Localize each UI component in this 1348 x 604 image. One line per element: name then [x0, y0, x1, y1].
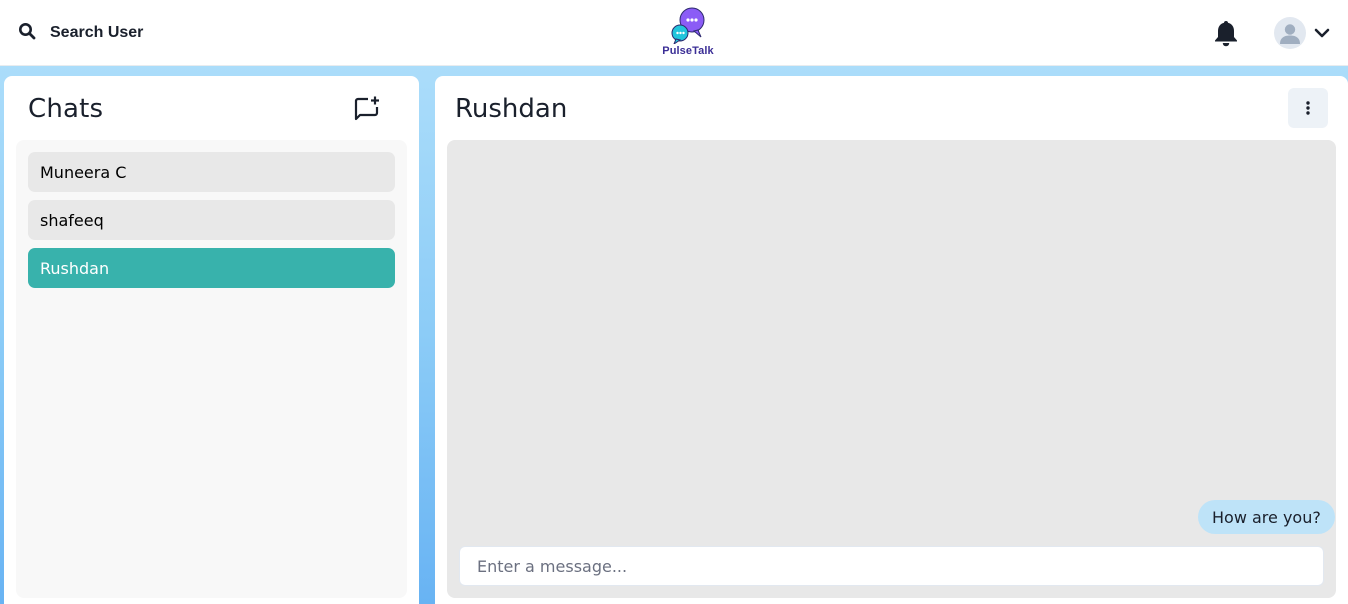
chat-list-item-rushdan[interactable]: Rushdan: [28, 248, 395, 288]
conversation-panel: Rushdan How are you?: [435, 76, 1348, 604]
vertical-dots-icon: [1306, 101, 1310, 115]
new-group-chat-button[interactable]: [350, 92, 384, 126]
bell-icon: [1215, 21, 1237, 47]
chat-options-button[interactable]: [1288, 88, 1328, 128]
new-chat-icon: [354, 96, 379, 121]
message-bubble-self: How are you?: [1198, 500, 1335, 534]
notifications-button[interactable]: [1212, 18, 1240, 48]
pulsetalk-logo: PulseTalk: [656, 6, 720, 62]
chat-list: Muneera C shafeeq Rushdan: [16, 140, 407, 598]
search-user-label: Search User: [50, 24, 144, 41]
chats-title: Chats: [28, 94, 104, 124]
profile-menu-button[interactable]: [1274, 14, 1340, 52]
chat-list-item-muneera[interactable]: Muneera C: [28, 152, 395, 192]
chevron-down-icon: [1314, 28, 1330, 38]
logo-text: PulseTalk: [662, 45, 714, 57]
chat-recipient-name: Rushdan: [455, 94, 568, 124]
search-user-button[interactable]: Search User: [10, 14, 150, 52]
top-navbar: Search User PulseTalk: [0, 0, 1348, 66]
user-avatar-icon: [1274, 17, 1306, 49]
chats-panel: Chats Muneera C shafeeq Rushdan: [4, 76, 419, 604]
chat-list-item-shafeeq[interactable]: shafeeq: [28, 200, 395, 240]
search-icon: [18, 22, 36, 45]
chat-bubbles-logo-icon: [671, 7, 705, 44]
message-input[interactable]: [459, 546, 1324, 586]
messages-area: How are you?: [447, 140, 1336, 598]
